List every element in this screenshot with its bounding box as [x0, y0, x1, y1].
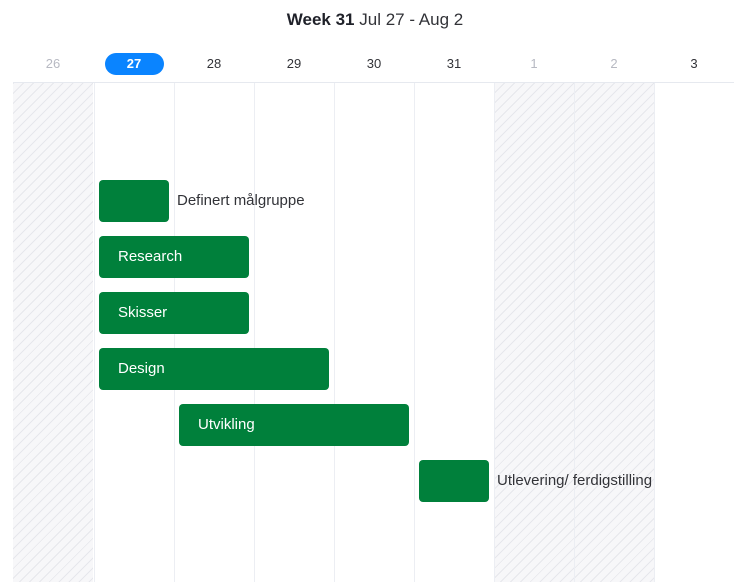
grid-line	[574, 83, 575, 582]
day-header-30[interactable]: 30	[334, 53, 414, 75]
week-date-range: Jul 27 - Aug 2	[359, 10, 464, 29]
day-header-2[interactable]: 2	[574, 53, 654, 75]
day-header-26[interactable]: 26	[13, 53, 93, 75]
task-label-utlevering: Utlevering/ ferdigstilling	[497, 472, 653, 489]
task-bar-definert-malgruppe[interactable]	[99, 180, 169, 222]
task-label-design: Design	[118, 360, 165, 377]
day-header-row: 26 27 28 29 30 31 1 2 3	[13, 53, 734, 75]
grid-line	[94, 83, 95, 582]
task-bar-research[interactable]: Research	[99, 236, 249, 278]
grid-line	[494, 83, 495, 582]
day-header-28[interactable]: 28	[174, 53, 254, 75]
grid-line	[254, 83, 255, 582]
day-header-29[interactable]: 29	[254, 53, 334, 75]
grid-line	[654, 83, 655, 582]
task-label-research: Research	[118, 248, 183, 265]
day-header-1[interactable]: 1	[494, 53, 574, 75]
task-label-definert-malgruppe: Definert målgruppe	[177, 192, 305, 209]
task-bar-design[interactable]: Design	[99, 348, 329, 390]
task-bar-utlevering[interactable]	[419, 460, 489, 502]
week-label: Week 31	[286, 10, 355, 29]
day-header-27-today[interactable]: 27	[94, 53, 174, 75]
day-column-26	[13, 83, 93, 582]
task-label-skisser: Skisser	[118, 304, 168, 321]
day-header-31[interactable]: 31	[414, 53, 494, 75]
day-column-2	[574, 83, 654, 582]
day-header-3[interactable]: 3	[654, 53, 734, 75]
grid-line	[334, 83, 335, 582]
task-bar-utvikling[interactable]: Utvikling	[179, 404, 409, 446]
task-bar-skisser[interactable]: Skisser	[99, 292, 249, 334]
grid-line	[414, 83, 415, 582]
week-header: Week 31 Jul 27 - Aug 2	[0, 9, 734, 31]
day-column-1	[494, 83, 574, 582]
task-label-utvikling: Utvikling	[198, 416, 255, 433]
